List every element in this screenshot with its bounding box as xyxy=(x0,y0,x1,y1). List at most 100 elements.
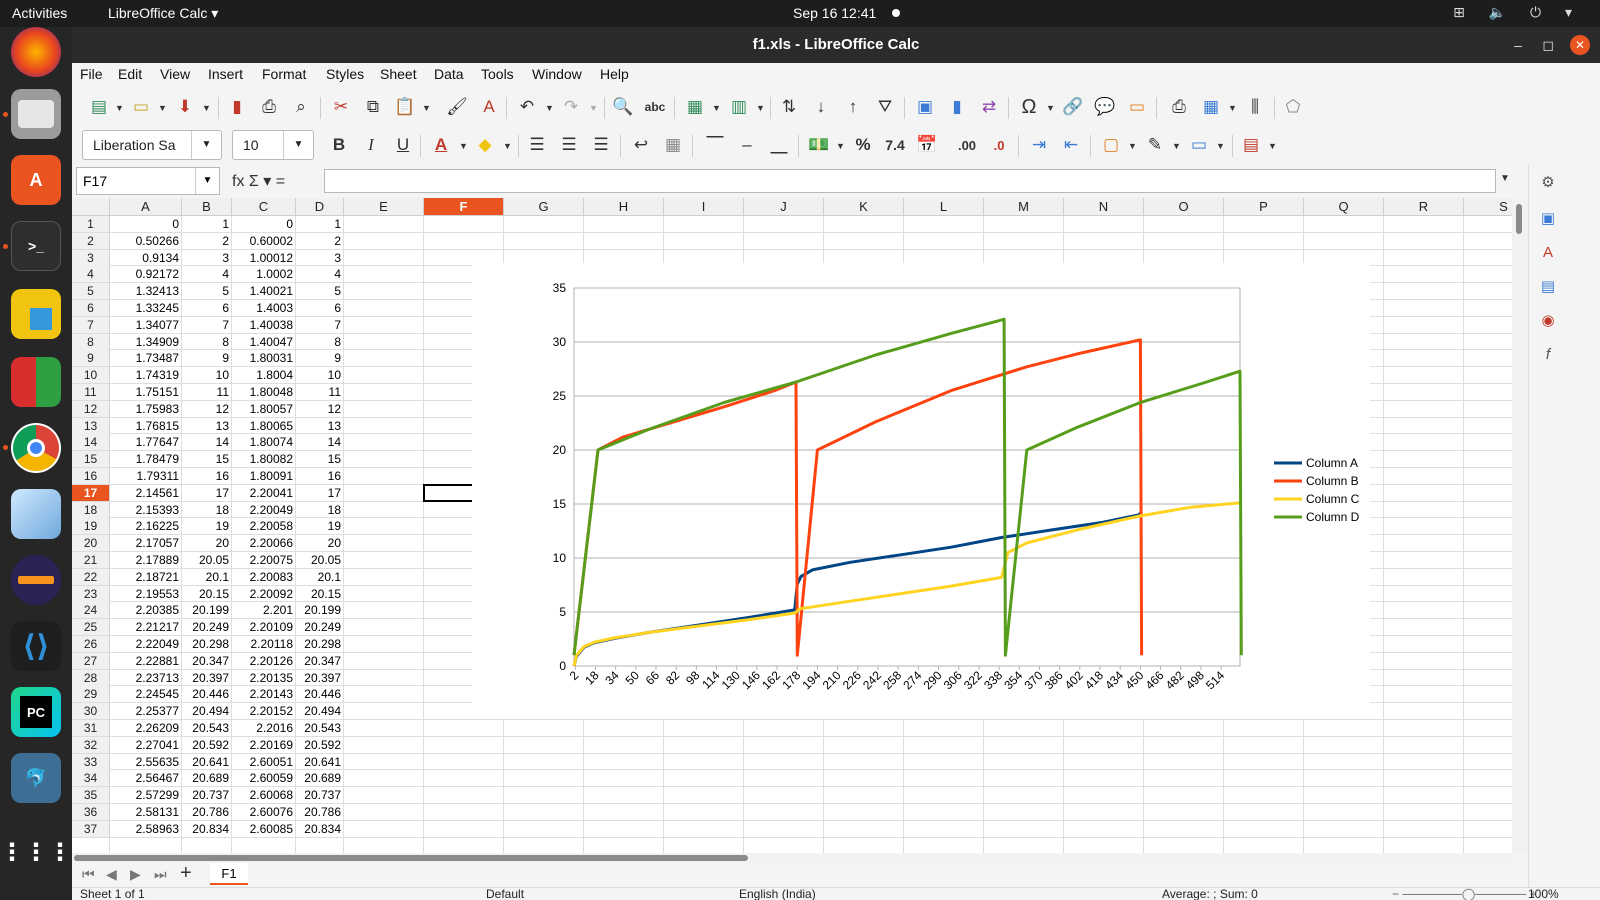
column-header-e[interactable]: E xyxy=(344,198,424,216)
row-header[interactable]: 35 xyxy=(72,787,110,805)
cell-b13[interactable]: 13 xyxy=(182,418,232,435)
cell-c33[interactable]: 2.60051 xyxy=(232,754,296,771)
chevron-down-icon[interactable]: ▼ xyxy=(195,168,219,194)
column-header-c[interactable]: C xyxy=(232,198,296,216)
cell-a32[interactable]: 2.27041 xyxy=(110,737,182,754)
cell-a12[interactable]: 1.75983 xyxy=(110,401,182,418)
cell-d32[interactable]: 20.592 xyxy=(296,737,344,754)
cell-d33[interactable]: 20.641 xyxy=(296,754,344,771)
italic-icon[interactable]: I xyxy=(358,132,384,158)
cell-b6[interactable]: 6 xyxy=(182,300,232,317)
cell-c2[interactable]: 0.60002 xyxy=(232,233,296,250)
minimize-button[interactable]: – xyxy=(1514,27,1522,63)
row-header[interactable]: 37 xyxy=(72,820,110,838)
headers-footers-icon[interactable]: ▭ xyxy=(1124,94,1150,120)
cell-b37[interactable]: 20.834 xyxy=(182,821,232,838)
cell-b16[interactable]: 16 xyxy=(182,468,232,485)
expand-formula-bar-icon[interactable]: ▼ xyxy=(1500,173,1510,184)
cell-b14[interactable]: 14 xyxy=(182,434,232,451)
special-character-icon[interactable]: Ω xyxy=(1016,94,1042,120)
cell-a34[interactable]: 2.56467 xyxy=(110,770,182,787)
cell-d13[interactable]: 13 xyxy=(296,418,344,435)
cell-d23[interactable]: 20.15 xyxy=(296,586,344,603)
cell-d19[interactable]: 19 xyxy=(296,518,344,535)
cell-d17[interactable]: 17 xyxy=(296,485,344,502)
system-tray[interactable]: ⊞ 🔈 ⏻ ▾ xyxy=(1453,4,1582,21)
align-left-icon[interactable]: ☰ xyxy=(524,132,550,158)
cell-c35[interactable]: 2.60068 xyxy=(232,787,296,804)
decrease-indent-icon[interactable]: ⇤ xyxy=(1058,132,1084,158)
cell-d36[interactable]: 20.786 xyxy=(296,804,344,821)
cell-a8[interactable]: 1.34909 xyxy=(110,334,182,351)
games-icon[interactable] xyxy=(11,357,61,407)
row-header[interactable]: 20 xyxy=(72,535,110,553)
row-header[interactable]: 31 xyxy=(72,720,110,737)
cell-b30[interactable]: 20.494 xyxy=(182,703,232,720)
cell-d10[interactable]: 10 xyxy=(296,367,344,384)
cell-a3[interactable]: 0.9134 xyxy=(110,250,182,267)
cell-c19[interactable]: 2.20058 xyxy=(232,518,296,535)
previous-sheet-icon[interactable]: ◀ xyxy=(106,866,117,883)
row-header[interactable]: 32 xyxy=(72,736,110,754)
column-header-g[interactable]: G xyxy=(504,198,584,216)
cell-c30[interactable]: 2.20152 xyxy=(232,703,296,720)
conditional-format-icon[interactable]: ▤ xyxy=(1238,132,1264,158)
menu-sheet[interactable]: Sheet xyxy=(380,66,417,82)
cell-c1[interactable]: 0 xyxy=(232,216,296,233)
column-header-d[interactable]: D xyxy=(296,198,344,216)
vscode-icon[interactable]: ⟨⟩ xyxy=(11,621,61,671)
cell-c9[interactable]: 1.80031 xyxy=(232,350,296,367)
cell-c12[interactable]: 1.80057 xyxy=(232,401,296,418)
menu-insert[interactable]: Insert xyxy=(208,66,243,82)
cell-c14[interactable]: 1.80074 xyxy=(232,434,296,451)
cell-b4[interactable]: 4 xyxy=(182,266,232,283)
cell-d30[interactable]: 20.494 xyxy=(296,703,344,720)
column-header-m[interactable]: M xyxy=(984,198,1064,216)
row-header[interactable]: 15 xyxy=(72,451,110,469)
menu-window[interactable]: Window xyxy=(532,66,582,82)
cell-c7[interactable]: 1.40038 xyxy=(232,317,296,334)
autofilter-icon[interactable]: ⛛ xyxy=(872,94,898,120)
cell-c29[interactable]: 2.20143 xyxy=(232,686,296,703)
add-sheet-icon[interactable]: + xyxy=(180,862,192,885)
styles-icon[interactable]: A xyxy=(1537,241,1559,263)
menu-file[interactable]: File xyxy=(80,66,103,82)
cell-d12[interactable]: 12 xyxy=(296,401,344,418)
paste-icon[interactable]: 📋 xyxy=(392,94,418,120)
virtualbox-icon[interactable] xyxy=(11,489,61,539)
spelling-icon[interactable]: abc xyxy=(642,94,668,120)
cell-c37[interactable]: 2.60085 xyxy=(232,821,296,838)
cell-d7[interactable]: 7 xyxy=(296,317,344,334)
cell-b7[interactable]: 7 xyxy=(182,317,232,334)
row-header[interactable]: 10 xyxy=(72,367,110,385)
cell-d35[interactable]: 20.737 xyxy=(296,787,344,804)
cell-c22[interactable]: 2.20083 xyxy=(232,569,296,586)
row-header[interactable]: 11 xyxy=(72,384,110,401)
cell-a24[interactable]: 2.20385 xyxy=(110,602,182,619)
underline-icon[interactable]: U xyxy=(390,132,416,158)
center-vertically-icon[interactable]: – xyxy=(734,132,760,158)
last-sheet-icon[interactable]: ⏭ xyxy=(154,866,167,883)
sort-ascending-icon[interactable]: ↓ xyxy=(808,94,834,120)
cell-c17[interactable]: 2.20041 xyxy=(232,485,296,502)
row-header[interactable]: 19 xyxy=(72,518,110,536)
cell-b3[interactable]: 3 xyxy=(182,250,232,267)
date-format-icon[interactable]: 📅 xyxy=(914,132,940,158)
cell-d26[interactable]: 20.298 xyxy=(296,636,344,653)
add-decimal-icon[interactable]: .00 xyxy=(954,132,980,158)
cell-a14[interactable]: 1.77647 xyxy=(110,434,182,451)
cell-a18[interactable]: 2.15393 xyxy=(110,502,182,519)
cell-c23[interactable]: 2.20092 xyxy=(232,586,296,603)
row-header[interactable]: 29 xyxy=(72,686,110,704)
cell-a27[interactable]: 2.22881 xyxy=(110,653,182,670)
cell-d1[interactable]: 1 xyxy=(296,216,344,233)
menu-help[interactable]: Help xyxy=(600,66,629,82)
row-header[interactable]: 21 xyxy=(72,552,110,569)
cell-c5[interactable]: 1.40021 xyxy=(232,283,296,300)
row-header[interactable]: 27 xyxy=(72,652,110,670)
chevron-down-icon[interactable]: ▼ xyxy=(191,131,221,159)
cell-a23[interactable]: 2.19553 xyxy=(110,586,182,603)
cell-c15[interactable]: 1.80082 xyxy=(232,451,296,468)
cell-a30[interactable]: 2.25377 xyxy=(110,703,182,720)
cell-d31[interactable]: 20.543 xyxy=(296,720,344,737)
